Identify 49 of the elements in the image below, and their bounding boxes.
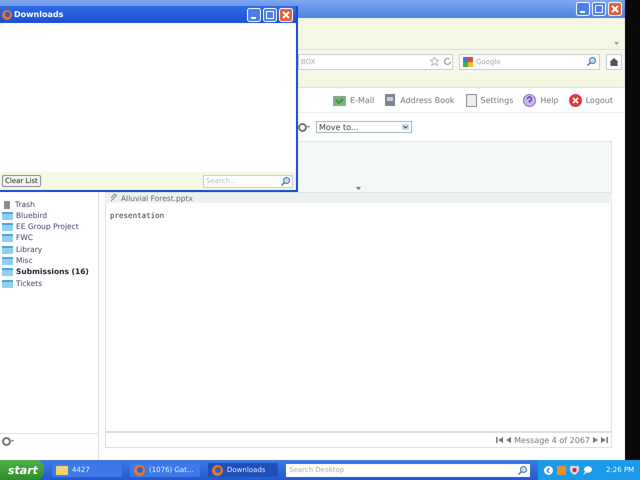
close-button[interactable] xyxy=(608,2,622,16)
folder-icon xyxy=(2,222,13,232)
previous-page-icon[interactable] xyxy=(506,437,512,443)
folder-icon xyxy=(2,244,13,254)
folder-icon xyxy=(2,256,13,265)
nav-link[interactable]: Address Book xyxy=(384,94,455,106)
dropdown-arrow-icon[interactable] xyxy=(402,124,409,130)
next-page-icon[interactable] xyxy=(593,437,598,443)
minimize-button[interactable] xyxy=(576,2,590,16)
close-button[interactable] xyxy=(279,8,293,22)
nav-link[interactable]: E-Mail xyxy=(333,94,374,106)
folder-icon xyxy=(2,278,13,288)
document-icon xyxy=(464,94,477,106)
shield-icon[interactable] xyxy=(570,466,579,474)
browser-icon xyxy=(2,10,12,20)
search-icon[interactable] xyxy=(518,466,527,474)
browser-icon xyxy=(134,464,145,476)
start-button[interactable]: start xyxy=(0,460,44,480)
caret-icon[interactable] xyxy=(614,42,619,45)
search-icon[interactable] xyxy=(281,176,290,186)
maximize-button[interactable] xyxy=(592,2,606,16)
search-icon[interactable] xyxy=(587,57,596,66)
book-icon xyxy=(384,94,396,106)
folder-icon xyxy=(56,466,68,474)
help-icon xyxy=(523,94,536,106)
maximize-button[interactable] xyxy=(263,8,277,22)
first-page-icon[interactable] xyxy=(496,437,504,443)
speech-bubble-icon[interactable] xyxy=(583,466,592,474)
star-icon[interactable] xyxy=(430,57,439,66)
last-page-icon[interactable] xyxy=(601,437,608,443)
minimize-button[interactable] xyxy=(247,8,261,22)
message-counter: Message 4 of 2067 xyxy=(514,436,590,444)
paperclip-icon xyxy=(110,194,117,202)
folder-icon xyxy=(2,210,13,220)
window-title: Downloads xyxy=(14,10,64,19)
envelope-icon xyxy=(333,94,346,106)
search-engine-icon[interactable] xyxy=(463,56,473,66)
nav-link[interactable]: Settings xyxy=(464,94,514,106)
folder-icon xyxy=(2,233,13,242)
nav-link[interactable]: Help xyxy=(523,94,559,106)
tray-expand-icon[interactable] xyxy=(544,466,553,474)
home-button[interactable] xyxy=(606,54,622,70)
move-to-dropdown[interactable]: Move to... xyxy=(316,121,412,133)
caret-icon[interactable] xyxy=(356,187,361,190)
browser-icon xyxy=(212,464,223,476)
reload-icon[interactable] xyxy=(443,57,452,66)
logout-icon xyxy=(568,94,582,106)
folder-icon xyxy=(2,267,13,276)
nav-link[interactable]: Logout xyxy=(568,94,613,106)
